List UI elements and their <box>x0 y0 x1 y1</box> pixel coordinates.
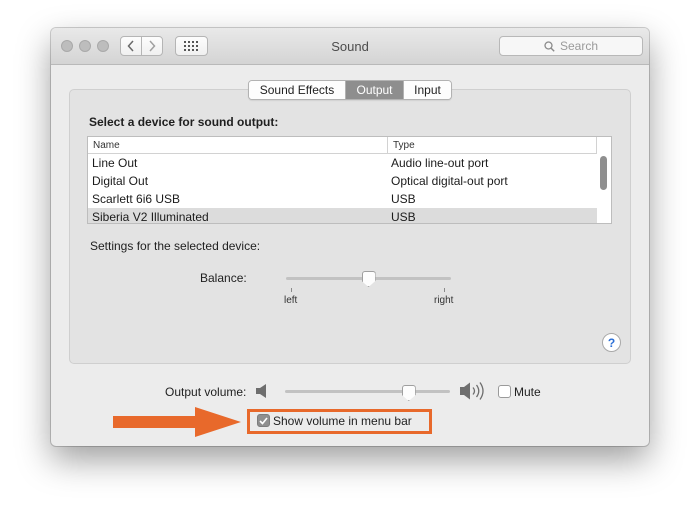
help-button[interactable]: ? <box>602 333 621 352</box>
search-icon <box>544 40 555 52</box>
column-header-type[interactable]: Type <box>393 140 415 151</box>
mute-checkbox[interactable] <box>498 385 511 398</box>
table-header: Name Type <box>88 137 597 154</box>
orange-arrow-icon <box>113 407 241 437</box>
balance-left-label: left <box>284 295 298 306</box>
volume-slider-thumb[interactable] <box>401 385 416 401</box>
device-type: USB <box>391 192 416 206</box>
speaker-high-icon <box>460 382 484 400</box>
volume-slider-track[interactable] <box>285 390 450 393</box>
device-name: Siberia V2 Illuminated <box>92 210 209 224</box>
column-header-name[interactable]: Name <box>93 140 120 151</box>
table-row[interactable]: Digital Out Optical digital-out port <box>88 172 597 190</box>
device-type: Optical digital-out port <box>391 174 508 188</box>
device-section-title: Select a device for sound output: <box>89 115 279 129</box>
column-divider <box>596 137 597 154</box>
device-name: Digital Out <box>92 174 149 188</box>
balance-tick <box>444 288 445 292</box>
tab-input[interactable]: Input <box>404 81 451 99</box>
callout-highlight-box <box>247 409 432 434</box>
column-divider <box>387 137 388 154</box>
balance-right-label: right <box>434 295 454 306</box>
settings-label: Settings for the selected device: <box>90 239 261 253</box>
balance-tick <box>291 288 292 292</box>
device-name: Line Out <box>92 156 138 170</box>
output-volume-label: Output volume: <box>165 385 247 399</box>
title-bar: Sound Search <box>51 28 649 65</box>
tab-bar: Sound Effects Output Input <box>248 80 452 100</box>
sound-preferences-window: Sound Search Sound Effects Output Input … <box>51 28 649 446</box>
balance-label: Balance: <box>200 271 247 285</box>
table-row[interactable]: Line Out Audio line-out port <box>88 154 597 172</box>
output-panel <box>69 89 631 364</box>
device-table: Name Type Line Out Audio line-out port D… <box>87 136 612 224</box>
speaker-low-icon <box>256 384 266 398</box>
tab-output[interactable]: Output <box>346 81 404 99</box>
device-type: Audio line-out port <box>391 156 489 170</box>
table-row-selected[interactable]: Siberia V2 Illuminated USB <box>88 208 597 224</box>
search-placeholder: Search <box>559 39 599 53</box>
table-scrollbar[interactable] <box>600 156 607 190</box>
mute-label: Mute <box>514 385 541 399</box>
device-type: USB <box>391 210 416 224</box>
table-row[interactable]: Scarlett 6i6 USB USB <box>88 190 597 208</box>
tab-sound-effects[interactable]: Sound Effects <box>249 81 346 99</box>
device-name: Scarlett 6i6 USB <box>92 192 181 206</box>
search-field[interactable]: Search <box>499 36 643 56</box>
